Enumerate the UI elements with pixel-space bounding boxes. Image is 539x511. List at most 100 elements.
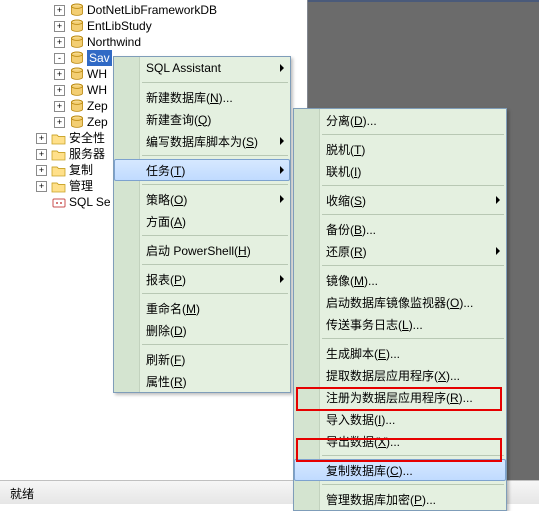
folder-icon xyxy=(51,179,66,193)
expander-icon[interactable]: + xyxy=(54,117,65,128)
db-icon xyxy=(69,3,84,17)
menu-item[interactable]: 导入数据(I)... xyxy=(294,408,506,430)
expander-icon[interactable]: + xyxy=(54,21,65,32)
expander-icon[interactable]: + xyxy=(54,85,65,96)
expander-icon[interactable]: - xyxy=(54,53,65,64)
tree-item-label: WH xyxy=(87,66,107,82)
menu-item[interactable]: 策略(O) xyxy=(114,188,290,210)
menu-item[interactable]: 脱机(T) xyxy=(294,138,506,160)
menu-item-label: 管理数据库加密(P)... xyxy=(326,491,486,508)
menu-item[interactable]: 删除(D) xyxy=(114,319,290,341)
expander-icon[interactable]: + xyxy=(54,5,65,16)
menu-item[interactable]: 方面(A) xyxy=(114,210,290,232)
menu-separator xyxy=(322,134,504,135)
menu-item-label: 启动 PowerShell(H) xyxy=(146,242,270,259)
tree-item-label: 复制 xyxy=(69,162,93,178)
menu-separator xyxy=(322,185,504,186)
expander-icon[interactable]: + xyxy=(54,37,65,48)
tree-item-label: 管理 xyxy=(69,178,93,194)
db-icon xyxy=(69,19,84,33)
status-text: 就绪 xyxy=(10,487,34,501)
menu-item[interactable]: 生成脚本(E)... xyxy=(294,342,506,364)
menu-item-label: 报表(P) xyxy=(146,271,270,288)
menu-item-label: 传送事务日志(L)... xyxy=(326,316,486,333)
menu-item[interactable]: 注册为数据层应用程序(R)... xyxy=(294,386,506,408)
menu-item-label: 策略(O) xyxy=(146,191,270,208)
menu-item-label: 生成脚本(E)... xyxy=(326,345,486,362)
menu-separator xyxy=(322,214,504,215)
menu-item-label: 新建查询(Q) xyxy=(146,111,270,128)
tree-item[interactable]: + Northwind xyxy=(0,34,307,50)
menu-item[interactable]: 管理数据库加密(P)... xyxy=(294,488,506,510)
menu-item[interactable]: 任务(T) xyxy=(114,159,290,181)
menu-item[interactable]: 提取数据层应用程序(X)... xyxy=(294,364,506,386)
tree-item[interactable]: +DotNetLibFrameworkDB xyxy=(0,2,307,18)
menu-item-label: 提取数据层应用程序(X)... xyxy=(326,367,486,384)
expander-icon[interactable]: + xyxy=(36,149,47,160)
menu-item-label: 编写数据库脚本为(S) xyxy=(146,133,270,150)
menu-item[interactable]: 还原(R) xyxy=(294,240,506,262)
menu-item[interactable]: 启动 PowerShell(H) xyxy=(114,239,290,261)
menu-item[interactable]: SQL Assistant xyxy=(114,57,290,79)
menu-separator xyxy=(322,265,504,266)
folder-icon xyxy=(51,131,66,145)
menu-item-label: 还原(R) xyxy=(326,243,486,260)
db-icon xyxy=(69,99,84,113)
db-icon xyxy=(69,51,84,65)
menu-item-label: 新建数据库(N)... xyxy=(146,89,270,106)
menu-separator xyxy=(322,484,504,485)
menu-separator xyxy=(142,235,288,236)
menu-item-label: 镜像(M)... xyxy=(326,272,486,289)
tree-item-label: 安全性 xyxy=(69,130,105,146)
menu-item-label: 导入数据(I)... xyxy=(326,411,486,428)
menu-separator xyxy=(142,184,288,185)
menu-item[interactable]: 新建查询(Q) xyxy=(114,108,290,130)
menu-separator xyxy=(322,338,504,339)
menu-separator xyxy=(142,155,288,156)
tree-item[interactable]: +EntLibStudy xyxy=(0,18,307,34)
menu-item[interactable]: 启动数据库镜像监视器(O)... xyxy=(294,291,506,313)
db-icon xyxy=(69,35,84,49)
menu-item[interactable]: 编写数据库脚本为(S) xyxy=(114,130,290,152)
tree-item-label: Northwind xyxy=(87,34,141,50)
folder-icon xyxy=(51,163,66,177)
db-icon xyxy=(69,115,84,129)
menu-item-label: 联机(I) xyxy=(326,163,486,180)
menu-item[interactable]: 导出数据(X)... xyxy=(294,430,506,452)
menu-item[interactable]: 收缩(S) xyxy=(294,189,506,211)
db-icon xyxy=(69,67,84,81)
submenu-arrow-icon xyxy=(280,137,284,145)
menu-item[interactable]: 报表(P) xyxy=(114,268,290,290)
menu-item[interactable]: 联机(I) xyxy=(294,160,506,182)
tree-item-label: 服务器 xyxy=(69,146,105,162)
expander-icon[interactable]: + xyxy=(36,133,47,144)
agent-icon xyxy=(51,195,66,209)
menu-item-label: 导出数据(X)... xyxy=(326,433,486,450)
menu-separator xyxy=(142,293,288,294)
menu-item[interactable]: 复制数据库(C)... xyxy=(294,459,506,481)
expander-icon[interactable]: + xyxy=(54,101,65,112)
tasks-submenu[interactable]: 分离(D)... 脱机(T) 联机(I) 收缩(S) 备份(B)... 还原(R) 镜像(M… xyxy=(293,108,507,511)
menu-item[interactable]: 传送事务日志(L)... xyxy=(294,313,506,335)
menu-item-label: 注册为数据层应用程序(R)... xyxy=(326,389,486,406)
menu-item[interactable]: 重命名(M) xyxy=(114,297,290,319)
submenu-arrow-icon xyxy=(280,195,284,203)
menu-item-label: 复制数据库(C)... xyxy=(326,462,486,479)
tree-item-label: WH xyxy=(87,82,107,98)
context-menu[interactable]: SQL Assistant 新建数据库(N)... 新建查询(Q) 编写数据库脚本为(… xyxy=(113,56,291,393)
db-icon xyxy=(69,83,84,97)
menu-item[interactable]: 属性(R) xyxy=(114,370,290,392)
menu-item-label: 备份(B)... xyxy=(326,221,486,238)
expander-icon[interactable]: + xyxy=(36,181,47,192)
menu-item[interactable]: 刷新(F) xyxy=(114,348,290,370)
menu-item[interactable]: 备份(B)... xyxy=(294,218,506,240)
menu-item[interactable]: 新建数据库(N)... xyxy=(114,86,290,108)
submenu-arrow-icon xyxy=(280,64,284,72)
menu-item[interactable]: 镜像(M)... xyxy=(294,269,506,291)
menu-item-label: 刷新(F) xyxy=(146,351,270,368)
expander-icon[interactable]: + xyxy=(36,165,47,176)
tree-item-label: Zep xyxy=(87,114,108,130)
menu-item-label: 方面(A) xyxy=(146,213,270,230)
menu-item[interactable]: 分离(D)... xyxy=(294,109,506,131)
expander-icon[interactable]: + xyxy=(54,69,65,80)
